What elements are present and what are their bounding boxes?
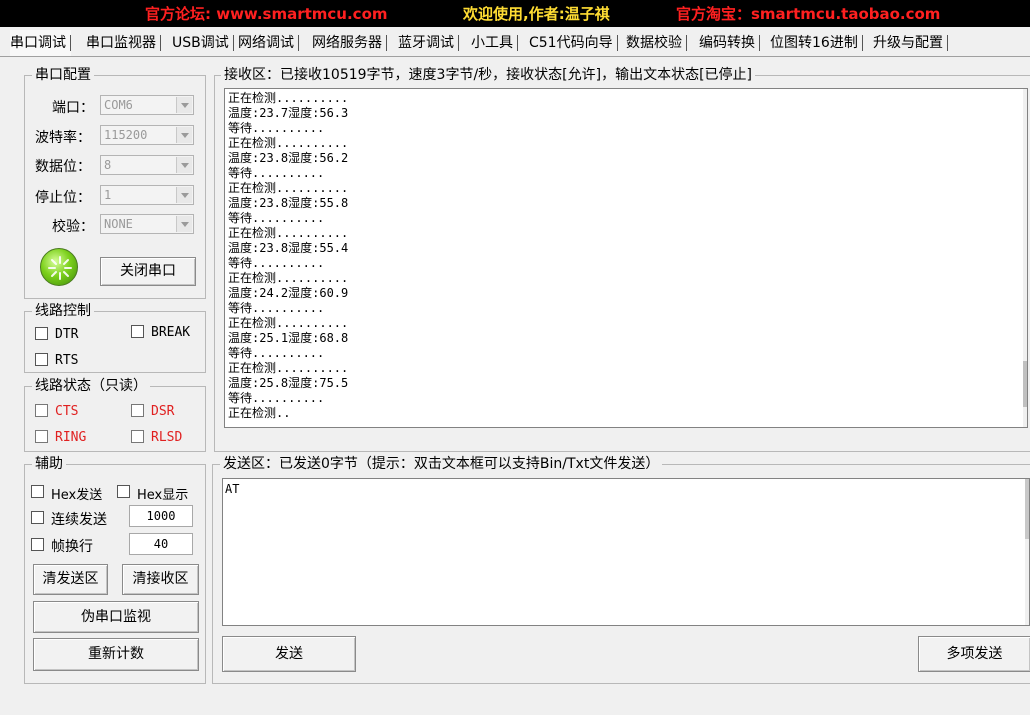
cts-label: CTS — [55, 404, 79, 419]
hex-display-label: Hex显示 — [137, 488, 189, 503]
databits-label: 数据位： — [35, 159, 91, 175]
ring-checkbox — [35, 430, 48, 443]
shop-link[interactable]: 官方淘宝：smartmcu.taobao.com — [676, 3, 940, 24]
tab-upgrade-config[interactable]: 升级与配置 — [873, 30, 948, 56]
break-label: BREAK — [151, 325, 191, 340]
frame-timeout-input[interactable]: 40 — [129, 533, 193, 555]
close-port-button[interactable]: 关闭串口 — [100, 257, 196, 286]
tab-bitmap-hex[interactable]: 位图转16进制 — [770, 30, 863, 56]
chevron-down-icon[interactable] — [176, 97, 192, 113]
tab-bar: 串口调试 串口监视器 USB调试 网络调试 网络服务器 蓝牙调试 小工具 C51… — [0, 30, 1030, 56]
tab-serial-debug[interactable]: 串口调试 — [10, 30, 71, 56]
hex-send-label: Hex发送 — [51, 488, 103, 503]
dsr-label: DSR — [151, 404, 175, 419]
port-select[interactable]: COM6 — [100, 95, 194, 115]
welcome-text: 欢迎使用,作者:温子祺 — [463, 5, 610, 23]
port-value: COM6 — [104, 98, 133, 112]
rts-label: RTS — [55, 353, 79, 368]
parity-value: NONE — [104, 217, 133, 231]
chevron-down-icon[interactable] — [176, 127, 192, 143]
receive-textarea[interactable]: 正在检测.......... 温度:23.7湿度:56.3 等待........… — [224, 88, 1028, 428]
stopbits-select[interactable]: 1 — [100, 185, 194, 205]
databits-value: 8 — [104, 158, 112, 172]
forum-link[interactable]: 官方论坛: www.smartmcu.com — [145, 3, 388, 24]
break-checkbox[interactable] — [131, 325, 144, 338]
rts-checkbox[interactable] — [35, 353, 48, 366]
baud-label: 波特率： — [35, 130, 91, 146]
port-status-led-icon — [40, 248, 78, 286]
chevron-down-icon[interactable] — [176, 187, 192, 203]
baud-value: 115200 — [104, 128, 148, 142]
continuous-send-label: 连续发送 — [51, 512, 107, 528]
tab-c51-wizard[interactable]: C51代码向导 — [529, 30, 618, 56]
tab-encoding-convert[interactable]: 编码转换 — [699, 30, 760, 56]
frame-newline-checkbox[interactable] — [31, 538, 44, 551]
databits-select[interactable]: 8 — [100, 155, 194, 175]
tab-divider — [0, 56, 1030, 57]
continuous-send-checkbox[interactable] — [31, 511, 44, 524]
send-title: 发送区：已发送0字节（提示：双击文本框可以支持Bin/Txt文件发送） — [220, 456, 663, 472]
chevron-down-icon[interactable] — [176, 157, 192, 173]
tab-network-server[interactable]: 网络服务器 — [312, 30, 387, 56]
dtr-label: DTR — [55, 327, 79, 342]
clear-send-button[interactable]: 清发送区 — [33, 564, 108, 595]
send-button[interactable]: 发送 — [222, 636, 356, 672]
send-scroll-thumb[interactable] — [1025, 479, 1029, 539]
dsr-checkbox — [131, 404, 144, 417]
tab-network-debug[interactable]: 网络调试 — [238, 30, 299, 56]
send-text: AT — [225, 482, 240, 496]
frame-newline-label: 帧换行 — [51, 539, 93, 555]
clear-recv-button[interactable]: 清接收区 — [122, 564, 199, 595]
receive-title: 接收区：已接收10519字节，速度3字节/秒，接收状态[允许]，输出文本状态[已… — [221, 67, 756, 83]
ring-label: RING — [55, 430, 87, 445]
stopbits-label: 停止位： — [35, 190, 91, 206]
title-banner: 官方论坛: www.smartmcu.com 欢迎使用,作者:温子祺 官方淘宝：… — [0, 0, 1030, 27]
tab-data-check[interactable]: 数据校验 — [626, 30, 687, 56]
hex-display-checkbox[interactable] — [117, 485, 130, 498]
rlsd-checkbox — [131, 430, 144, 443]
tab-serial-monitor[interactable]: 串口监视器 — [86, 30, 161, 56]
chevron-down-icon[interactable] — [176, 216, 192, 232]
stopbits-value: 1 — [104, 188, 112, 202]
rlsd-label: RLSD — [151, 430, 183, 445]
receive-scroll-thumb[interactable] — [1023, 361, 1027, 407]
recount-button[interactable]: 重新计数 — [33, 638, 199, 671]
parity-select[interactable]: NONE — [100, 214, 194, 234]
cts-checkbox — [35, 404, 48, 417]
tab-usb-debug[interactable]: USB调试 — [172, 30, 234, 56]
line-status-title: 线路状态（只读） — [32, 378, 150, 394]
receive-text: 正在检测.......... 温度:23.7湿度:56.3 等待........… — [228, 91, 349, 420]
continuous-interval-input[interactable]: 1000 — [129, 505, 193, 527]
parity-label: 校验： — [52, 219, 94, 235]
line-control-group — [24, 311, 206, 373]
baud-select[interactable]: 115200 — [100, 125, 194, 145]
multi-send-button[interactable]: 多项发送 — [918, 636, 1030, 672]
tab-tools[interactable]: 小工具 — [471, 30, 518, 56]
send-textarea[interactable]: AT — [222, 478, 1030, 626]
port-label: 端口： — [52, 100, 94, 116]
line-control-title: 线路控制 — [32, 303, 94, 319]
aux-title: 辅助 — [32, 456, 66, 472]
serial-config-title: 串口配置 — [32, 67, 94, 83]
hex-send-checkbox[interactable] — [31, 485, 44, 498]
fake-monitor-button[interactable]: 伪串口监视 — [33, 601, 199, 633]
tab-bluetooth-debug[interactable]: 蓝牙调试 — [398, 30, 459, 56]
dtr-checkbox[interactable] — [35, 327, 48, 340]
